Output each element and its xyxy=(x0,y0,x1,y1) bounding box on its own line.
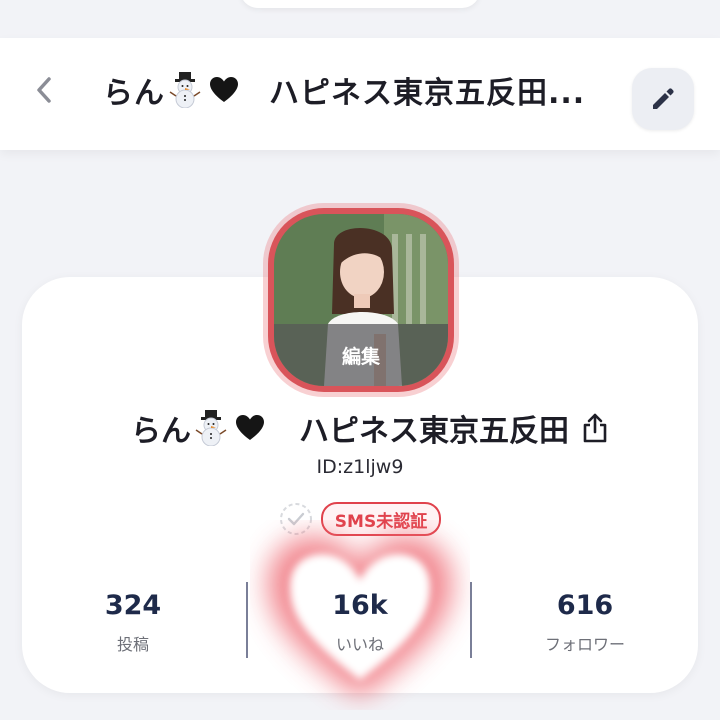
stat-posts-label: 投稿 xyxy=(116,635,149,654)
user-id: ID:z1ljw9 xyxy=(316,456,404,478)
header-title-suffix: ハピネス東京五反田... xyxy=(269,76,586,111)
check-circle-icon xyxy=(279,503,312,535)
stat-followers-label: フォロワー xyxy=(544,635,625,654)
back-button[interactable] xyxy=(22,68,66,112)
sms-unverified-badge[interactable]: SMS未認証 xyxy=(320,502,442,536)
stat-followers-value: 616 xyxy=(556,590,614,621)
profile-screen: らん ハピネス東京五反田... 編集 らん ハピネス東京五反田 ID:z1ljw… xyxy=(0,0,720,720)
edit-button[interactable] xyxy=(632,68,694,130)
stat-likes-label: いいね xyxy=(335,635,384,654)
chevron-left-icon xyxy=(37,77,51,103)
profile-name-row: らん ハピネス東京五反田 xyxy=(100,400,640,456)
avatar[interactable]: 編集 xyxy=(268,208,454,392)
share-icon xyxy=(583,413,607,443)
share-button[interactable] xyxy=(581,412,609,444)
avatar-edit-label: 編集 xyxy=(341,345,380,368)
previous-card-edge xyxy=(240,0,480,8)
stat-divider xyxy=(246,582,248,658)
header-title: らん ハピネス東京五反田... xyxy=(103,66,603,114)
black-heart-icon xyxy=(235,414,265,442)
pencil-icon xyxy=(653,88,674,109)
avatar-edit-overlay[interactable]: 編集 xyxy=(274,324,448,386)
profile-name-prefix: らん xyxy=(131,414,191,449)
stat-divider xyxy=(470,582,472,658)
header-bar: らん ハピネス東京五反田... xyxy=(0,38,720,150)
black-heart-icon xyxy=(209,76,239,104)
stat-posts-value: 324 xyxy=(104,590,162,621)
avatar-photo: 編集 xyxy=(274,214,448,386)
verification-row: SMS未認証 xyxy=(0,500,720,538)
sms-badge-label: SMS未認証 xyxy=(334,511,428,532)
stat-posts[interactable]: 324 投稿 xyxy=(33,578,233,662)
stats-row: 324 投稿 16k いいね 616 フォロワー xyxy=(22,578,698,662)
snowman-icon xyxy=(169,72,201,108)
profile-name-suffix: ハピネス東京五反田 xyxy=(299,414,569,449)
stat-likes-value: 16k xyxy=(332,590,388,621)
stat-likes[interactable]: 16k いいね xyxy=(260,578,460,662)
stat-followers[interactable]: 616 フォロワー xyxy=(485,578,685,662)
header-title-prefix: らん xyxy=(103,76,165,111)
snowman-icon xyxy=(195,410,227,446)
